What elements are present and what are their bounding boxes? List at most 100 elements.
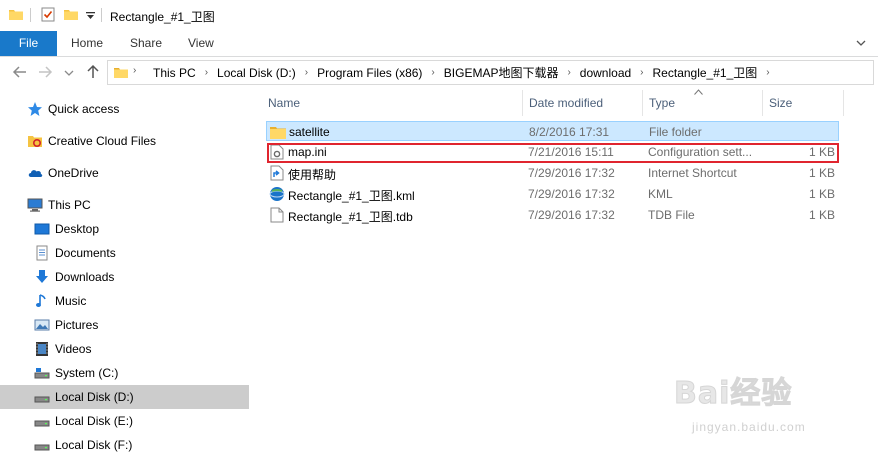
tab-file[interactable]: File [0,31,57,56]
nav-item-local-disk-e[interactable]: Local Disk (E:) [0,409,281,433]
nav-item-videos[interactable]: Videos [0,337,281,361]
nav-item-documents[interactable]: Documents [0,241,281,265]
breadcrumb-item[interactable]: BIGEMAP地图下载器 [439,64,564,81]
cloud-icon [28,170,43,177]
file-date: 7/29/2016 17:32 [528,187,615,201]
drive-icon [34,420,50,427]
breadcrumb-separator[interactable]: › [636,67,647,78]
nav-item-label: Videos [55,342,92,356]
sort-ascending-icon [694,89,703,95]
up-arrow-icon[interactable] [85,64,101,80]
file-size: 1 KB [808,187,835,201]
title-divider [30,8,31,22]
chevron-down-icon[interactable] [856,38,866,48]
file-row-map-ini[interactable]: map.ini 7/21/2016 15:11 Configuration se… [266,142,839,162]
videos-icon [36,342,48,356]
internet-shortcut-icon [270,165,284,181]
column-header-name[interactable]: Name [262,90,523,116]
file-name: Rectangle_#1_卫图.kml [288,189,415,203]
file-name: Rectangle_#1_卫图.tdb [288,210,413,224]
column-header-type[interactable]: Type [643,90,763,116]
breadcrumb: This PC › Local Disk (D:) › Program File… [148,64,774,81]
properties-icon[interactable] [41,7,55,22]
file-date: 8/2/2016 17:31 [529,125,610,139]
music-icon [36,294,46,307]
nav-item-label: Downloads [55,270,115,284]
star-icon [28,102,42,116]
nav-item-system-c[interactable]: System (C:) [0,361,281,385]
navigation-bar: › This PC › Local Disk (D:) › Program Fi… [0,57,878,87]
file-row-kml[interactable]: Rectangle_#1_卫图.kml 7/29/2016 17:32 KML … [266,184,839,204]
drive-icon [34,444,50,451]
watermark-url: jingyan.baidu.com [692,420,806,434]
file-size: 1 KB [808,166,835,180]
nav-item-quick-access[interactable]: Quick access [0,97,274,121]
folder-icon [270,127,286,139]
nav-item-creative-cloud[interactable]: Creative Cloud Files [0,129,274,153]
title-bar: Rectangle_#1_卫图 [0,0,878,31]
recent-locations-chevron-icon[interactable] [64,68,74,78]
breadcrumb-item[interactable]: This PC [148,66,201,80]
address-bar[interactable]: › This PC › Local Disk (D:) › Program Fi… [107,60,874,85]
breadcrumb-separator[interactable]: › [301,67,312,78]
file-type: KML [648,187,673,201]
forward-arrow-icon[interactable] [37,64,53,80]
file-date: 7/21/2016 15:11 [528,145,614,159]
nav-item-label: Local Disk (E:) [55,414,134,428]
file-row-tdb[interactable]: Rectangle_#1_卫图.tdb 7/29/2016 17:32 TDB … [266,205,839,225]
title-divider [101,8,102,22]
customize-toolbar-icon[interactable] [86,12,95,20]
nav-item-this-pc[interactable]: This PC [0,193,274,217]
nav-item-label: Documents [55,246,116,260]
file-type: Configuration sett... [648,145,753,159]
ini-file-icon [270,144,284,160]
breadcrumb-separator[interactable]: › [563,67,574,78]
nav-item-label: Music [55,294,87,308]
file-type: File folder [649,125,702,139]
tab-share[interactable]: Share [130,31,162,56]
file-type: Internet Shortcut [648,166,737,180]
tab-home[interactable]: Home [71,31,103,56]
breadcrumb-item[interactable]: download [575,66,636,80]
file-name: 使用帮助 [288,168,337,182]
nav-item-label: This PC [48,198,91,212]
nav-item-label: Local Disk (F:) [55,438,133,452]
file-date: 7/29/2016 17:32 [528,166,615,180]
nav-item-downloads[interactable]: Downloads [0,265,281,289]
downloads-icon [36,270,48,283]
file-date: 7/29/2016 17:32 [528,208,615,222]
nav-item-local-disk-d[interactable]: Local Disk (D:) [0,385,281,409]
back-arrow-icon[interactable] [12,64,28,80]
breadcrumb-separator[interactable]: › [762,67,773,78]
nav-item-onedrive[interactable]: OneDrive [0,161,274,185]
watermark: Bai经验 jingyan.baidu.com [672,368,842,448]
nav-item-music[interactable]: Music [0,289,281,313]
file-row-satellite[interactable]: satellite 8/2/2016 17:31 File folder [266,121,839,141]
nav-item-pictures[interactable]: Pictures [0,313,281,337]
file-type: TDB File [648,208,695,222]
file-size: 1 KB [808,208,835,222]
computer-icon [27,198,43,212]
nav-item-desktop[interactable]: Desktop [0,217,281,241]
breadcrumb-separator[interactable]: › [201,67,212,78]
breadcrumb-item[interactable]: Local Disk (D:) [212,66,301,80]
nav-item-label: System (C:) [55,366,119,380]
column-header-size[interactable]: Size [763,90,844,116]
system-drive-icon [34,368,50,379]
breadcrumb-item[interactable]: Program Files (x86) [312,66,427,80]
ribbon-tabs: File Home Share View [0,31,878,57]
column-headers: Name Date modified Type Size [249,89,844,116]
desktop-icon [34,223,50,235]
new-folder-icon[interactable] [64,7,78,21]
tab-view[interactable]: View [188,31,214,56]
breadcrumb-item[interactable]: Rectangle_#1_卫图 [648,64,763,81]
breadcrumb-separator[interactable]: › [427,67,438,78]
folder-icon[interactable] [9,7,23,21]
column-header-date[interactable]: Date modified [523,90,643,116]
file-row-help-shortcut[interactable]: 使用帮助 7/29/2016 17:32 Internet Shortcut 1… [266,163,839,183]
nav-item-local-disk-f[interactable]: Local Disk (F:) [0,433,281,457]
watermark-logo: Bai经验 [673,376,793,412]
drive-icon [34,396,50,403]
pictures-icon [34,319,50,331]
nav-item-label: Creative Cloud Files [48,134,157,148]
